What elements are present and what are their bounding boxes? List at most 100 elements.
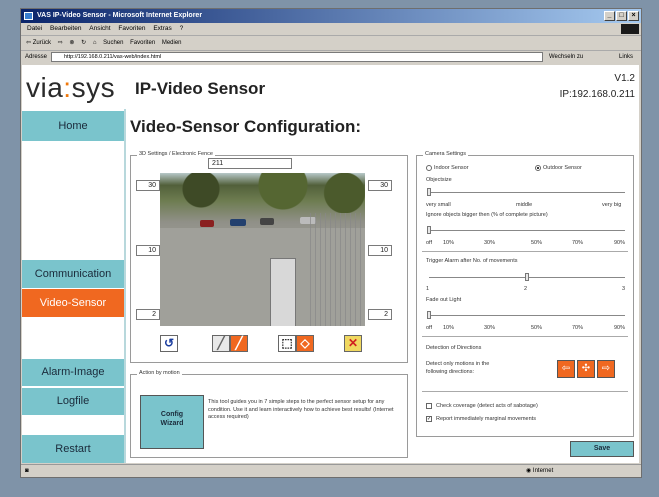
- indoor-radio[interactable]: [426, 165, 432, 171]
- menu-tools[interactable]: Extras: [153, 25, 171, 32]
- fence-left-bottom-field[interactable]: 2: [136, 309, 160, 320]
- toolbar: ⇦ Zurück ⇨ ⊗ ↻ ⌂ Suchen Favoriten Medien: [21, 36, 641, 51]
- report-marginal-label: Report immediately marginal movements: [436, 416, 536, 422]
- polygon-select-icon[interactable]: ◇: [296, 335, 314, 352]
- nav-logfile[interactable]: Logfile: [22, 388, 124, 415]
- settings-divider: [422, 336, 628, 337]
- nav-home[interactable]: Home: [22, 111, 124, 141]
- address-bar: Adresse http://192.168.0.211/vas-web/ind…: [21, 51, 641, 64]
- objectsize-label: Objectsize: [426, 177, 452, 183]
- page-content: via:sys IP-Video Sensor V1.2 IP:192.168.…: [22, 65, 639, 463]
- rectangle-select-icon[interactable]: ⬚: [278, 335, 296, 352]
- fade-tick: 50%: [531, 325, 543, 331]
- close-button[interactable]: ×: [628, 11, 639, 21]
- logo-right: sys: [71, 72, 116, 103]
- menu-file[interactable]: Datei: [27, 25, 42, 32]
- camera-truck: [270, 258, 296, 326]
- objectsize-slider-track[interactable]: [429, 192, 625, 193]
- maximize-button[interactable]: □: [616, 11, 627, 21]
- nav-alarm-image[interactable]: Alarm-Image: [22, 359, 124, 386]
- outdoor-label: Outdoor Sensor: [543, 165, 582, 171]
- direction-all-icon[interactable]: ✣: [577, 360, 595, 378]
- nav-communication-label: Communication: [34, 268, 112, 280]
- forward-button[interactable]: ⇨: [58, 40, 63, 46]
- title-bar: VAS IP-Video Sensor - Microsoft Internet…: [21, 9, 641, 23]
- trigger-tick: 1: [426, 286, 430, 292]
- pencil-active-icon[interactable]: ╱: [230, 335, 248, 352]
- menu-view[interactable]: Ansicht: [89, 25, 110, 32]
- nav-communication[interactable]: Communication: [22, 260, 124, 288]
- ie-icon: [24, 12, 33, 20]
- save-button[interactable]: Save: [570, 441, 634, 457]
- outdoor-radio[interactable]: [535, 165, 541, 171]
- trigger-label: Trigger Alarm after No. of movements: [426, 258, 518, 264]
- minimize-button[interactable]: _: [604, 11, 615, 21]
- ignore-label: Ignore objects bigger then (% of complet…: [426, 212, 548, 218]
- nav-restart[interactable]: Restart: [22, 435, 124, 463]
- arrow-left-icon[interactable]: ⇦: [557, 360, 575, 378]
- fade-slider-knob[interactable]: [427, 311, 431, 319]
- arrow-right-icon[interactable]: ⇨: [597, 360, 615, 378]
- trigger-tick: 3: [622, 286, 626, 292]
- stop-icon[interactable]: ⊗: [69, 40, 74, 46]
- camera-image[interactable]: [160, 173, 365, 326]
- action-legend: Action by motion: [137, 370, 182, 376]
- fence-top-field[interactable]: 211: [208, 158, 292, 169]
- home-icon[interactable]: ⌂: [93, 40, 97, 46]
- back-button[interactable]: ⇦ Zurück: [26, 40, 51, 46]
- menu-favorites[interactable]: Favoriten: [118, 25, 145, 32]
- fence-right-mid-field[interactable]: 10: [368, 245, 392, 256]
- ignore-tick: 10%: [443, 240, 455, 246]
- report-marginal-checkbox[interactable]: ✓: [426, 416, 432, 422]
- nav-video-sensor-label: Video-Sensor: [39, 297, 107, 309]
- ip-label: IP:192.168.0.211: [559, 89, 635, 100]
- fence-right-bottom-field[interactable]: 2: [368, 309, 392, 320]
- window-title: VAS IP-Video Sensor - Microsoft Internet…: [37, 12, 203, 19]
- fade-tick: off: [426, 325, 433, 331]
- fade-label: Fade out Light: [426, 297, 462, 303]
- browser-window: VAS IP-Video Sensor - Microsoft Internet…: [20, 8, 642, 478]
- check-coverage-checkbox[interactable]: [426, 403, 432, 409]
- fade-tick: 30%: [484, 325, 496, 331]
- config-wizard-button[interactable]: Config Wizard: [140, 395, 204, 449]
- menu-bar: Datei Bearbeiten Ansicht Favoriten Extra…: [21, 23, 641, 36]
- nav-spacer-2: [22, 317, 124, 357]
- undo-icon[interactable]: ↺: [160, 335, 178, 352]
- trigger-slider-knob[interactable]: [525, 273, 529, 281]
- settings-divider: [422, 251, 628, 252]
- fence-right-top-field[interactable]: 30: [368, 180, 392, 191]
- refresh-icon[interactable]: ↻: [81, 40, 86, 46]
- nav-spacer: [22, 143, 124, 261]
- status-bar: ◙ ◉ Internet: [21, 464, 641, 477]
- search-button[interactable]: Suchen: [103, 40, 123, 46]
- nav-video-sensor[interactable]: Video-Sensor: [22, 289, 124, 317]
- links-button[interactable]: Links: [619, 51, 633, 64]
- fence-left-top-field[interactable]: 30: [136, 180, 160, 191]
- objectsize-slider-knob[interactable]: [427, 188, 431, 196]
- zone-label: Internet: [532, 468, 554, 474]
- ignore-slider-track[interactable]: [429, 230, 625, 231]
- camera-car: [200, 220, 214, 227]
- go-button[interactable]: Wechseln zu: [549, 51, 583, 64]
- vias-logo: via:sys: [26, 73, 115, 103]
- windows-logo-icon: [621, 24, 639, 34]
- size-label-small: very small: [426, 202, 451, 208]
- size-label-middle: middle: [516, 202, 533, 208]
- delete-icon[interactable]: ✕: [344, 335, 362, 352]
- indoor-label: Indoor Sensor: [434, 165, 469, 171]
- page-title: Video-Sensor Configuration:: [130, 117, 362, 136]
- pencil-icon[interactable]: ╱: [212, 335, 230, 352]
- menu-edit[interactable]: Bearbeiten: [50, 25, 81, 32]
- favorites-button[interactable]: Favoriten: [130, 40, 155, 46]
- ignore-tick: 30%: [484, 240, 496, 246]
- camera-car: [230, 219, 246, 226]
- fade-slider-track[interactable]: [429, 315, 625, 316]
- menu-help[interactable]: ?: [180, 25, 184, 32]
- ignore-slider-knob[interactable]: [427, 226, 431, 234]
- url-field[interactable]: http://192.168.0.211/vas-web/index.html: [51, 52, 543, 62]
- logo-colon: :: [63, 72, 72, 103]
- fade-tick: 10%: [443, 325, 455, 331]
- fence-left-mid-field[interactable]: 10: [136, 245, 160, 256]
- camera-trees: [160, 173, 365, 213]
- media-button[interactable]: Medien: [162, 40, 182, 46]
